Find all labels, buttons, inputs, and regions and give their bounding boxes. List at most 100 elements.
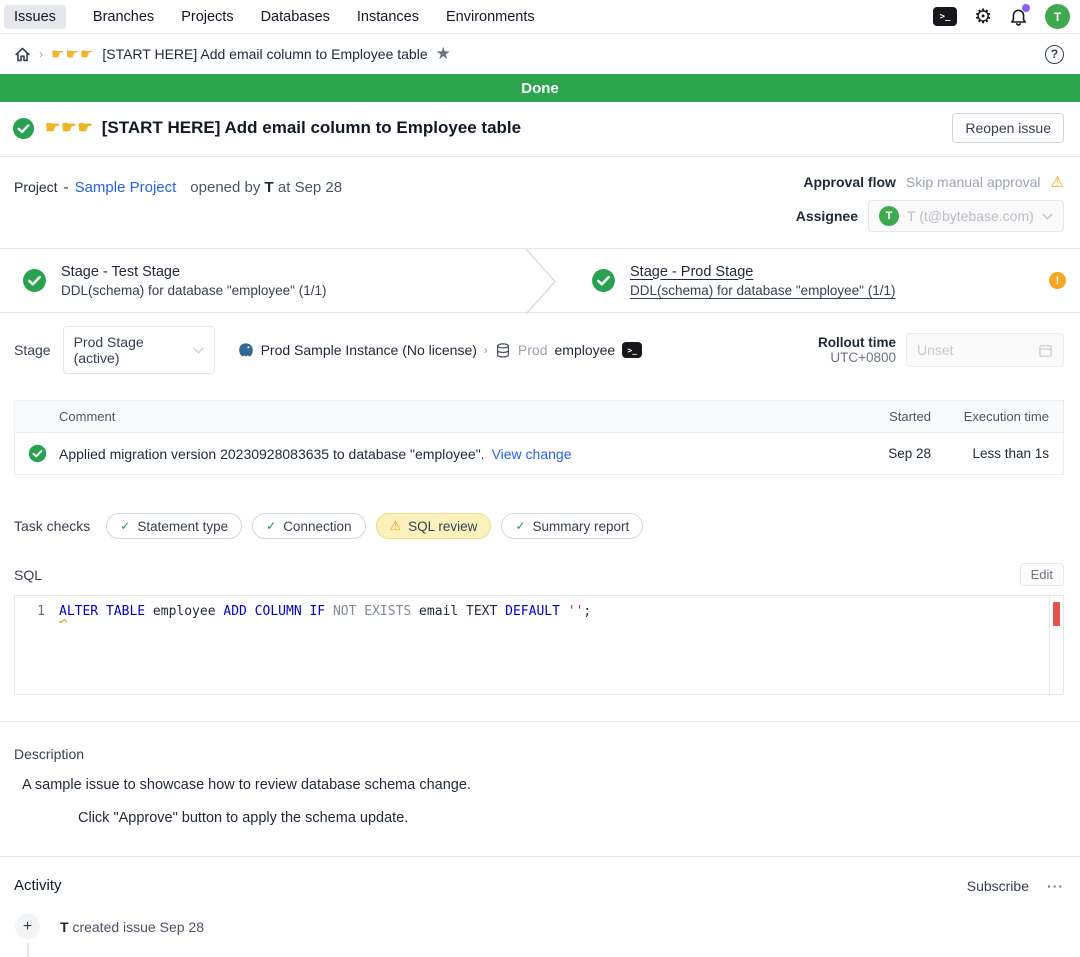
description-line: Click "Approve" button to apply the sche… — [78, 810, 1066, 826]
task-checks: Task checks ✓ Statement type ✓ Connectio… — [0, 513, 1080, 539]
stage-bar: Stage Prod Stage (active) Prod Sample In… — [0, 313, 1080, 386]
pointing-hand-icons: ☛☛☛ — [45, 118, 94, 138]
task-run-table: Comment Started Execution time Applied m… — [14, 400, 1064, 475]
column-execution-time: Execution time — [945, 409, 1063, 424]
check-sql-review[interactable]: ⚠ SQL review — [376, 513, 492, 539]
opened-by-text: opened by T at Sep 28 — [190, 179, 342, 196]
column-comment: Comment — [59, 409, 855, 424]
instance-name[interactable]: Prod Sample Instance (No license) — [261, 342, 477, 358]
sql-label: SQL — [14, 567, 42, 583]
sql-token: LTER TABLE — [67, 604, 153, 619]
approval-flow-row: Approval flow Skip manual approval ⚠ — [803, 173, 1064, 191]
more-menu-icon[interactable]: ··· — [1047, 878, 1064, 894]
earliest-rollout-alert-icon[interactable]: ! — [1049, 272, 1066, 289]
check-summary-report[interactable]: ✓ Summary report — [501, 513, 643, 539]
sql-edit-button[interactable]: Edit — [1020, 563, 1064, 586]
rollout-time-label: Rollout time — [818, 335, 896, 350]
database-name[interactable]: employee — [555, 342, 616, 358]
table-row[interactable]: Applied migration version 20230928083635… — [15, 432, 1063, 474]
description-label: Description — [14, 746, 1066, 762]
stage-chevron-divider — [511, 249, 569, 314]
stage-strip: Stage - Test Stage DDL(schema) for datab… — [0, 248, 1080, 313]
rollout-time-input[interactable]: Unset — [906, 333, 1064, 367]
check-label: SQL review — [408, 519, 477, 534]
check-statement-type[interactable]: ✓ Statement type — [106, 513, 242, 539]
environment-name: Prod — [518, 342, 548, 358]
reopen-issue-button[interactable]: Reopen issue — [952, 113, 1064, 143]
view-change-link[interactable]: View change — [492, 446, 572, 462]
help-icon[interactable]: ? — [1045, 45, 1064, 64]
open-sql-editor-icon[interactable]: >_ — [622, 342, 642, 358]
table-header: Comment Started Execution time — [15, 401, 1063, 432]
sql-token: DEFAULT — [505, 604, 568, 619]
section-divider — [0, 856, 1080, 857]
notification-bell-icon[interactable] — [1009, 7, 1028, 26]
assignee-label: Assignee — [796, 208, 858, 224]
meta-right: Approval flow Skip manual approval ⚠ Ass… — [796, 173, 1064, 232]
sql-token: ; — [583, 604, 591, 619]
page-title: ☛☛☛ [START HERE] Add email column to Emp… — [45, 118, 521, 138]
breadcrumb-issue-title[interactable]: [START HERE] Add email column to Employe… — [102, 46, 427, 62]
check-connection[interactable]: ✓ Connection — [252, 513, 365, 539]
line-number: 1 — [15, 596, 59, 694]
sql-token: employee — [153, 604, 223, 619]
activity-section: Activity Subscribe ··· + T created issue… — [0, 877, 1080, 957]
assignee-value: T (t@bytebase.com) — [907, 208, 1034, 224]
description-section: Description A sample issue to showcase h… — [0, 746, 1080, 826]
database-path: Prod Sample Instance (No license) › Prod… — [237, 342, 643, 359]
sql-token: NOT EXISTS — [333, 604, 419, 619]
status-banner: Done — [0, 74, 1080, 102]
sql-token: A — [59, 604, 67, 619]
nav-tab-issues[interactable]: Issues — [4, 5, 66, 29]
stage-prod-text: Stage - Prod Stage DDL(schema) for datab… — [630, 264, 895, 298]
nav-tab-instances[interactable]: Instances — [357, 9, 419, 25]
editor-error-marker — [1053, 602, 1060, 626]
path-separator: › — [484, 343, 488, 357]
settings-gear-icon[interactable]: ⚙ — [974, 7, 992, 27]
top-nav: Issues Branches Projects Databases Insta… — [0, 0, 1080, 34]
row-execution-time: Less than 1s — [945, 446, 1063, 461]
rollout-timezone: UTC+0800 — [818, 350, 896, 365]
column-started: Started — [855, 409, 945, 424]
user-avatar[interactable]: T — [1045, 4, 1070, 29]
stage-test-text: Stage - Test Stage DDL(schema) for datab… — [61, 264, 326, 298]
project-link[interactable]: Sample Project — [75, 179, 177, 196]
status-banner-label: Done — [521, 80, 559, 97]
nav-tab-environments[interactable]: Environments — [446, 9, 535, 25]
sql-editor-terminal-icon[interactable]: >_ — [933, 7, 957, 26]
check-success-icon: ✓ — [120, 519, 130, 533]
database-icon — [495, 342, 511, 359]
approval-flow-label: Approval flow — [803, 174, 896, 190]
row-comment: Applied migration version 20230928083635… — [59, 446, 485, 462]
editor-scrollbar[interactable] — [1049, 596, 1063, 694]
check-label: Statement type — [137, 519, 228, 534]
approval-flow-value: Skip manual approval — [906, 174, 1041, 190]
calendar-icon — [1038, 343, 1053, 358]
assignee-select[interactable]: T T (t@bytebase.com) — [868, 200, 1064, 232]
assignee-avatar: T — [879, 206, 899, 226]
warning-triangle-icon[interactable]: ⚠ — [1051, 173, 1064, 191]
nav-tab-branches[interactable]: Branches — [93, 9, 154, 25]
stage-card-prod[interactable]: Stage - Prod Stage DDL(schema) for datab… — [569, 249, 1080, 312]
stage-prod-title[interactable]: Stage - Prod Stage — [630, 264, 895, 280]
subscribe-button[interactable]: Subscribe — [967, 878, 1029, 894]
section-divider — [0, 721, 1080, 722]
home-icon[interactable] — [14, 46, 31, 63]
activity-segment: T — [60, 919, 69, 935]
stage-select[interactable]: Prod Stage (active) — [63, 326, 215, 374]
project-dash: - — [64, 179, 69, 196]
issue-title-row: ☛☛☛ [START HERE] Add email column to Emp… — [0, 102, 1080, 157]
stage-done-check-icon — [591, 268, 616, 293]
rollout-labels: Rollout time UTC+0800 — [818, 335, 896, 365]
sql-code-line: ALTER TABLE employee ADD COLUMN IF NOT E… — [59, 596, 591, 694]
notification-badge — [1022, 4, 1030, 12]
sql-editor[interactable]: 1 ALTER TABLE employee ADD COLUMN IF NOT… — [14, 595, 1064, 695]
nav-right-actions: >_ ⚙ T — [933, 4, 1070, 29]
nav-tab-databases[interactable]: Databases — [261, 9, 330, 25]
stage-prod-subtitle[interactable]: DDL(schema) for database "employee" (1/1… — [630, 283, 895, 298]
postgresql-icon — [237, 342, 254, 359]
opened-prefix: opened by — [190, 179, 260, 196]
stage-card-test[interactable]: Stage - Test Stage DDL(schema) for datab… — [0, 249, 511, 312]
star-icon[interactable]: ★ — [436, 44, 451, 64]
nav-tab-projects[interactable]: Projects — [181, 9, 233, 25]
